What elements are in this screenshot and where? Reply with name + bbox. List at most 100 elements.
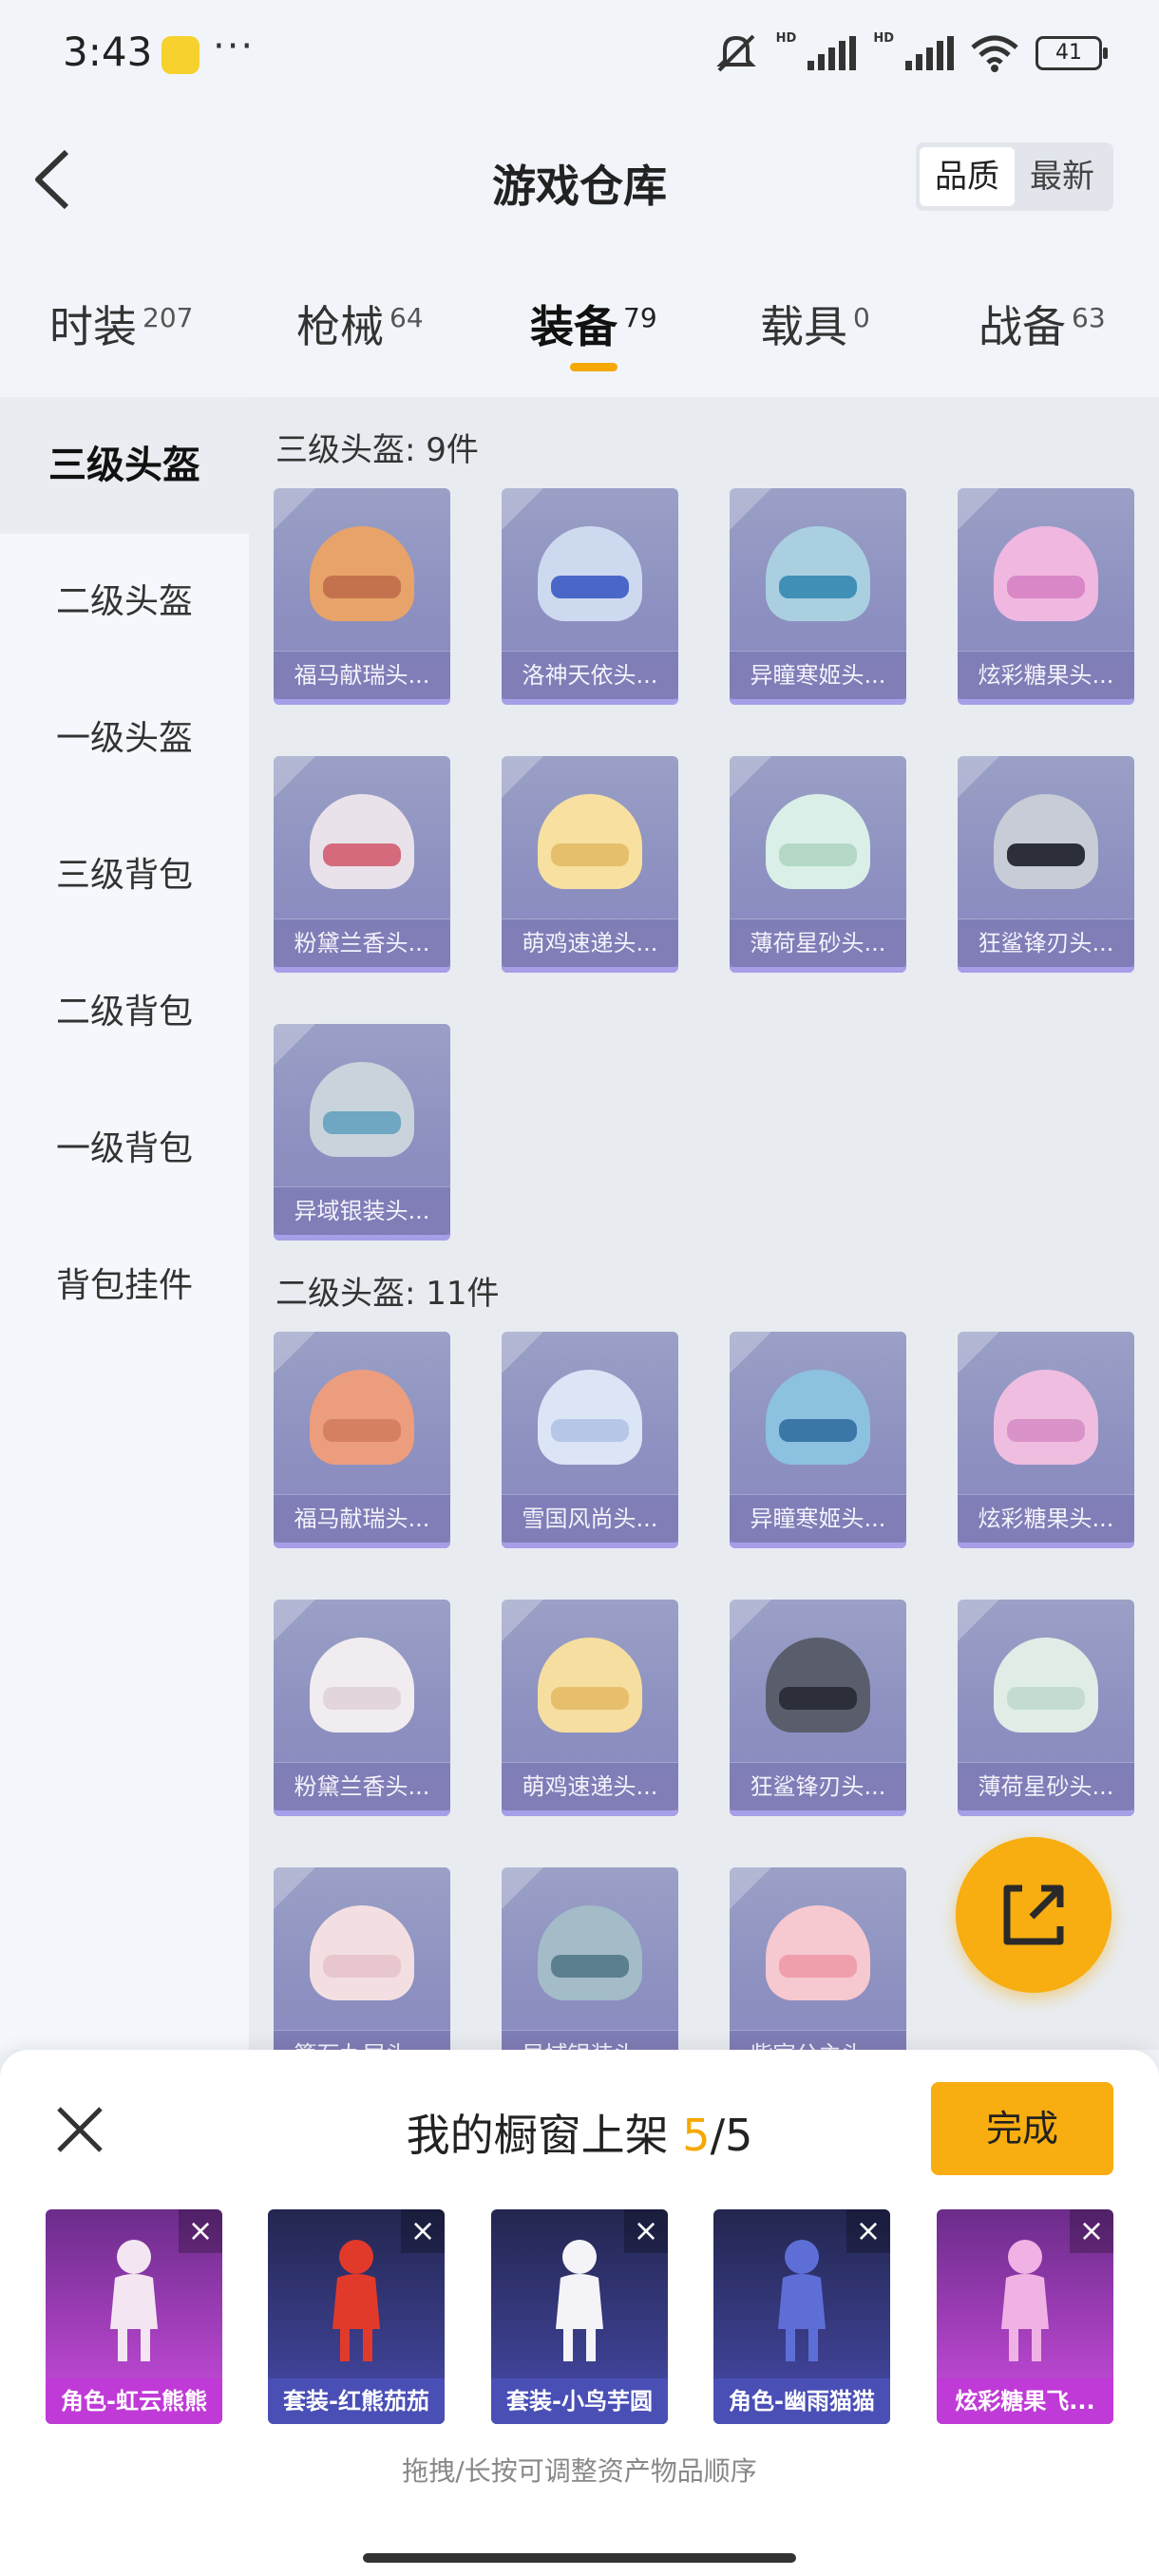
- more-notifications-icon: ···: [213, 25, 256, 68]
- showcase-item[interactable]: × 炫彩糖果飞...: [937, 2209, 1113, 2424]
- item-card[interactable]: 粉黛兰香头...: [274, 756, 450, 973]
- item-card[interactable]: 异瞳寒姬头...: [730, 1332, 906, 1548]
- item-card[interactable]: 炫彩糖果头...: [958, 1332, 1134, 1548]
- item-card[interactable]: 异域银装头...: [274, 1024, 450, 1241]
- helmet-icon: [766, 526, 870, 621]
- helmet-icon: [310, 1370, 414, 1465]
- showcase-item[interactable]: × 角色-虹云熊熊: [46, 2209, 222, 2424]
- checkbox-icon[interactable]: [958, 756, 999, 798]
- remove-item-icon[interactable]: ×: [401, 2209, 445, 2253]
- remove-item-icon[interactable]: ×: [1070, 2209, 1113, 2253]
- item-card[interactable]: 紫宸公主头...: [730, 1867, 906, 2050]
- showcase-item[interactable]: × 套装-小鸟芋圆: [491, 2209, 668, 2424]
- tab-combat-gear[interactable]: 战备 63: [978, 293, 1106, 355]
- helmet-icon: [538, 1638, 642, 1733]
- checkbox-icon[interactable]: [502, 1600, 543, 1641]
- checkbox-icon[interactable]: [502, 1332, 543, 1373]
- sidebar-item-backpack-charm[interactable]: 背包挂件: [0, 1218, 249, 1354]
- checkbox-icon[interactable]: [502, 488, 543, 530]
- remove-item-icon[interactable]: ×: [846, 2209, 890, 2253]
- item-card[interactable]: 篝石九尾头...: [274, 1867, 450, 2050]
- helmet-visor: [323, 1111, 401, 1134]
- item-label: 篝石九尾头...: [274, 2030, 450, 2050]
- helmet-icon: [994, 526, 1098, 621]
- sidebar-item-level3-backpack[interactable]: 三级背包: [0, 807, 249, 944]
- remove-item-icon[interactable]: ×: [179, 2209, 222, 2253]
- sidebar-item-level2-helmet[interactable]: 二级头盔: [0, 534, 249, 671]
- showcase-title-text: 我的橱窗上架: [406, 2110, 669, 2161]
- checkbox-icon[interactable]: [958, 1332, 999, 1373]
- helmet-icon: [766, 1638, 870, 1733]
- checkbox-icon[interactable]: [274, 1024, 315, 1066]
- showcase-item-label: 套装-红熊茄茄: [268, 2378, 445, 2424]
- item-card[interactable]: 洛神天依头...: [502, 488, 678, 705]
- checkbox-icon[interactable]: [958, 1600, 999, 1641]
- item-card[interactable]: 炫彩糖果头...: [958, 488, 1134, 705]
- helmet-visor: [1007, 1687, 1085, 1710]
- item-card[interactable]: 狂鲨锋刃头...: [730, 1600, 906, 1816]
- item-card[interactable]: 粉黛兰香头...: [274, 1600, 450, 1816]
- helmet-icon: [766, 1905, 870, 2000]
- done-button[interactable]: 完成: [931, 2082, 1113, 2175]
- item-card[interactable]: 福马献瑞头...: [274, 1332, 450, 1548]
- item-label: 异瞳寒姬头...: [730, 651, 906, 699]
- showcase-total-count: 5: [725, 2110, 753, 2161]
- helmet-visor: [323, 1419, 401, 1442]
- checkbox-icon[interactable]: [730, 488, 771, 530]
- sidebar-item-level1-helmet[interactable]: 一级头盔: [0, 671, 249, 807]
- tab-fashion[interactable]: 时装 207: [49, 293, 193, 355]
- checkbox-icon[interactable]: [274, 1600, 315, 1641]
- item-card[interactable]: 萌鸡速递头...: [502, 1600, 678, 1816]
- item-card[interactable]: 狂鲨锋刃头...: [958, 756, 1134, 973]
- tab-vehicles[interactable]: 载具 0: [760, 293, 870, 355]
- sidebar-item-level3-helmet[interactable]: 三级头盔: [0, 397, 249, 534]
- item-card[interactable]: 薄荷星砂头...: [730, 756, 906, 973]
- item-card[interactable]: 福马献瑞头...: [274, 488, 450, 705]
- checkbox-icon[interactable]: [274, 1867, 315, 1909]
- tab-equipment[interactable]: 装备 79: [530, 293, 657, 355]
- item-card[interactable]: 异瞳寒姬头...: [730, 488, 906, 705]
- checkbox-icon[interactable]: [730, 1332, 771, 1373]
- helmet-visor: [551, 1687, 629, 1710]
- helmet-icon: [766, 1370, 870, 1465]
- checkbox-icon[interactable]: [730, 1600, 771, 1641]
- helmet-visor: [323, 576, 401, 598]
- section-title-level3-helmet: 三级头盔: 9件: [276, 431, 479, 469]
- item-card[interactable]: 薄荷星砂头...: [958, 1600, 1134, 1816]
- home-indicator[interactable]: [363, 2553, 796, 2563]
- item-grid: 三级头盔: 9件 福马献瑞头... 洛神天依头... 异瞳寒姬头... 炫彩糖果头..…: [249, 397, 1159, 2050]
- hd-label-2: HD: [873, 30, 894, 46]
- status-time: 3:43: [63, 28, 153, 75]
- showcase-item[interactable]: × 套装-红熊茄茄: [268, 2209, 445, 2424]
- checkbox-icon[interactable]: [730, 756, 771, 798]
- tab-count: 79: [623, 301, 657, 333]
- remove-item-icon[interactable]: ×: [624, 2209, 668, 2253]
- helmet-visor: [1007, 1419, 1085, 1442]
- item-card[interactable]: 雪国风尚头...: [502, 1332, 678, 1548]
- checkbox-icon[interactable]: [274, 1332, 315, 1373]
- helmet-icon: [994, 1638, 1098, 1733]
- item-label: 薄荷星砂头...: [958, 1762, 1134, 1810]
- item-label: 狂鲨锋刃头...: [958, 919, 1134, 967]
- sidebar-item-level1-backpack[interactable]: 一级背包: [0, 1081, 249, 1218]
- sort-latest-option[interactable]: 最新: [1015, 147, 1110, 206]
- sort-quality-option[interactable]: 品质: [920, 147, 1015, 206]
- showcase-item[interactable]: × 角色-幽雨猫猫: [713, 2209, 890, 2424]
- tab-label: 载具: [760, 301, 847, 352]
- item-card[interactable]: 异域银装头...: [502, 1867, 678, 2050]
- sort-toggle[interactable]: 品质 最新: [916, 142, 1113, 211]
- checkbox-icon[interactable]: [274, 488, 315, 530]
- item-label: 雪国风尚头...: [502, 1494, 678, 1543]
- checkbox-icon[interactable]: [502, 1867, 543, 1909]
- item-card[interactable]: 萌鸡速递头...: [502, 756, 678, 973]
- tab-weapons[interactable]: 枪械 64: [296, 293, 424, 355]
- tab-count: 63: [1072, 301, 1106, 333]
- share-button[interactable]: [956, 1837, 1112, 1993]
- mute-icon: [715, 34, 756, 72]
- checkbox-icon[interactable]: [502, 756, 543, 798]
- helmet-visor: [779, 1687, 857, 1710]
- sidebar-item-level2-backpack[interactable]: 二级背包: [0, 944, 249, 1081]
- checkbox-icon[interactable]: [958, 488, 999, 530]
- checkbox-icon[interactable]: [730, 1867, 771, 1909]
- checkbox-icon[interactable]: [274, 756, 315, 798]
